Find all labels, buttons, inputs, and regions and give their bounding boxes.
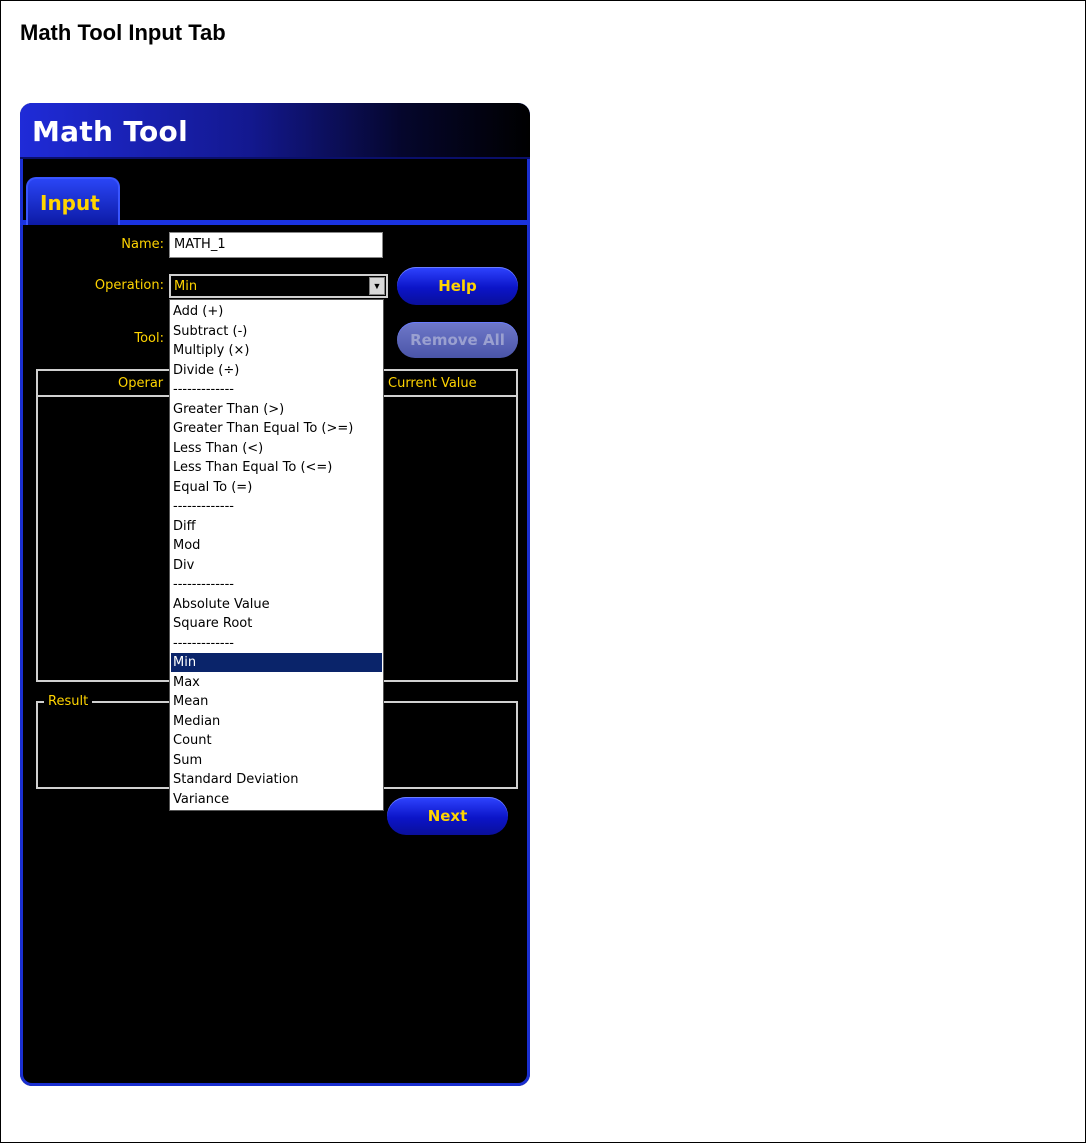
titlebar-divider bbox=[20, 157, 530, 159]
math-tool-window: Math Tool Input Name: MATH_1 Operation: … bbox=[20, 103, 530, 1086]
dropdown-option[interactable]: Equal To (=) bbox=[171, 478, 382, 497]
dropdown-option[interactable]: Min bbox=[171, 653, 382, 672]
dropdown-option[interactable]: Mean bbox=[171, 692, 382, 711]
window-titlebar[interactable]: Math Tool bbox=[20, 103, 530, 159]
name-input[interactable]: MATH_1 bbox=[169, 232, 383, 258]
column-header-operand[interactable]: Operar bbox=[118, 376, 163, 391]
dropdown-option[interactable]: Greater Than Equal To (>=) bbox=[171, 419, 382, 438]
dropdown-arrow-icon[interactable]: ▼ bbox=[369, 277, 385, 295]
dropdown-option[interactable]: Greater Than (>) bbox=[171, 400, 382, 419]
dropdown-option[interactable]: Subtract (-) bbox=[171, 322, 382, 341]
dropdown-option[interactable]: Divide (÷) bbox=[171, 361, 382, 380]
dropdown-option[interactable]: Standard Deviation bbox=[171, 770, 382, 789]
page-title: Math Tool Input Tab bbox=[20, 20, 226, 45]
dropdown-option[interactable]: Less Than (<) bbox=[171, 439, 382, 458]
dropdown-option[interactable]: Add (+) bbox=[171, 302, 382, 321]
operation-selected-value: Min bbox=[174, 279, 198, 294]
dropdown-option[interactable]: Count bbox=[171, 731, 382, 750]
remove-all-button[interactable]: Remove All bbox=[397, 322, 518, 358]
dropdown-separator: ------------- bbox=[173, 635, 234, 651]
dropdown-option[interactable]: Sum bbox=[171, 751, 382, 770]
dropdown-separator: ------------- bbox=[173, 382, 234, 397]
column-header-current-value[interactable]: Current Value bbox=[388, 376, 477, 391]
dropdown-option[interactable]: Max bbox=[171, 673, 382, 692]
result-legend: Result bbox=[44, 694, 93, 709]
operation-select[interactable]: Min ▼ bbox=[169, 274, 388, 298]
next-button[interactable]: Next bbox=[387, 797, 508, 835]
dropdown-option[interactable]: Multiply (×) bbox=[171, 341, 382, 360]
help-button[interactable]: Help bbox=[397, 267, 518, 305]
dropdown-option[interactable]: Absolute Value bbox=[171, 595, 382, 614]
dropdown-option[interactable]: Median bbox=[171, 712, 382, 731]
operation-label: Operation: bbox=[94, 278, 164, 293]
dropdown-separator: ------------- bbox=[173, 499, 234, 514]
dropdown-option[interactable]: Variance bbox=[171, 790, 382, 809]
tab-input-label: Input bbox=[40, 191, 100, 215]
name-label: Name: bbox=[121, 237, 164, 252]
tool-label: Tool: bbox=[134, 331, 164, 346]
dropdown-option[interactable]: Less Than Equal To (<=) bbox=[171, 458, 382, 477]
dropdown-separator: ------------- bbox=[173, 577, 234, 592]
dropdown-option[interactable]: Square Root bbox=[171, 614, 382, 633]
dropdown-option[interactable]: Div bbox=[171, 556, 382, 575]
dropdown-option[interactable]: Mod bbox=[171, 536, 382, 555]
operation-dropdown-list: Add (+) Subtract (-) Multiply (×) Divide (÷… bbox=[169, 299, 384, 811]
dropdown-option[interactable]: Diff bbox=[171, 517, 382, 536]
tab-input[interactable]: Input bbox=[26, 177, 120, 225]
window-title: Math Tool bbox=[32, 115, 188, 148]
